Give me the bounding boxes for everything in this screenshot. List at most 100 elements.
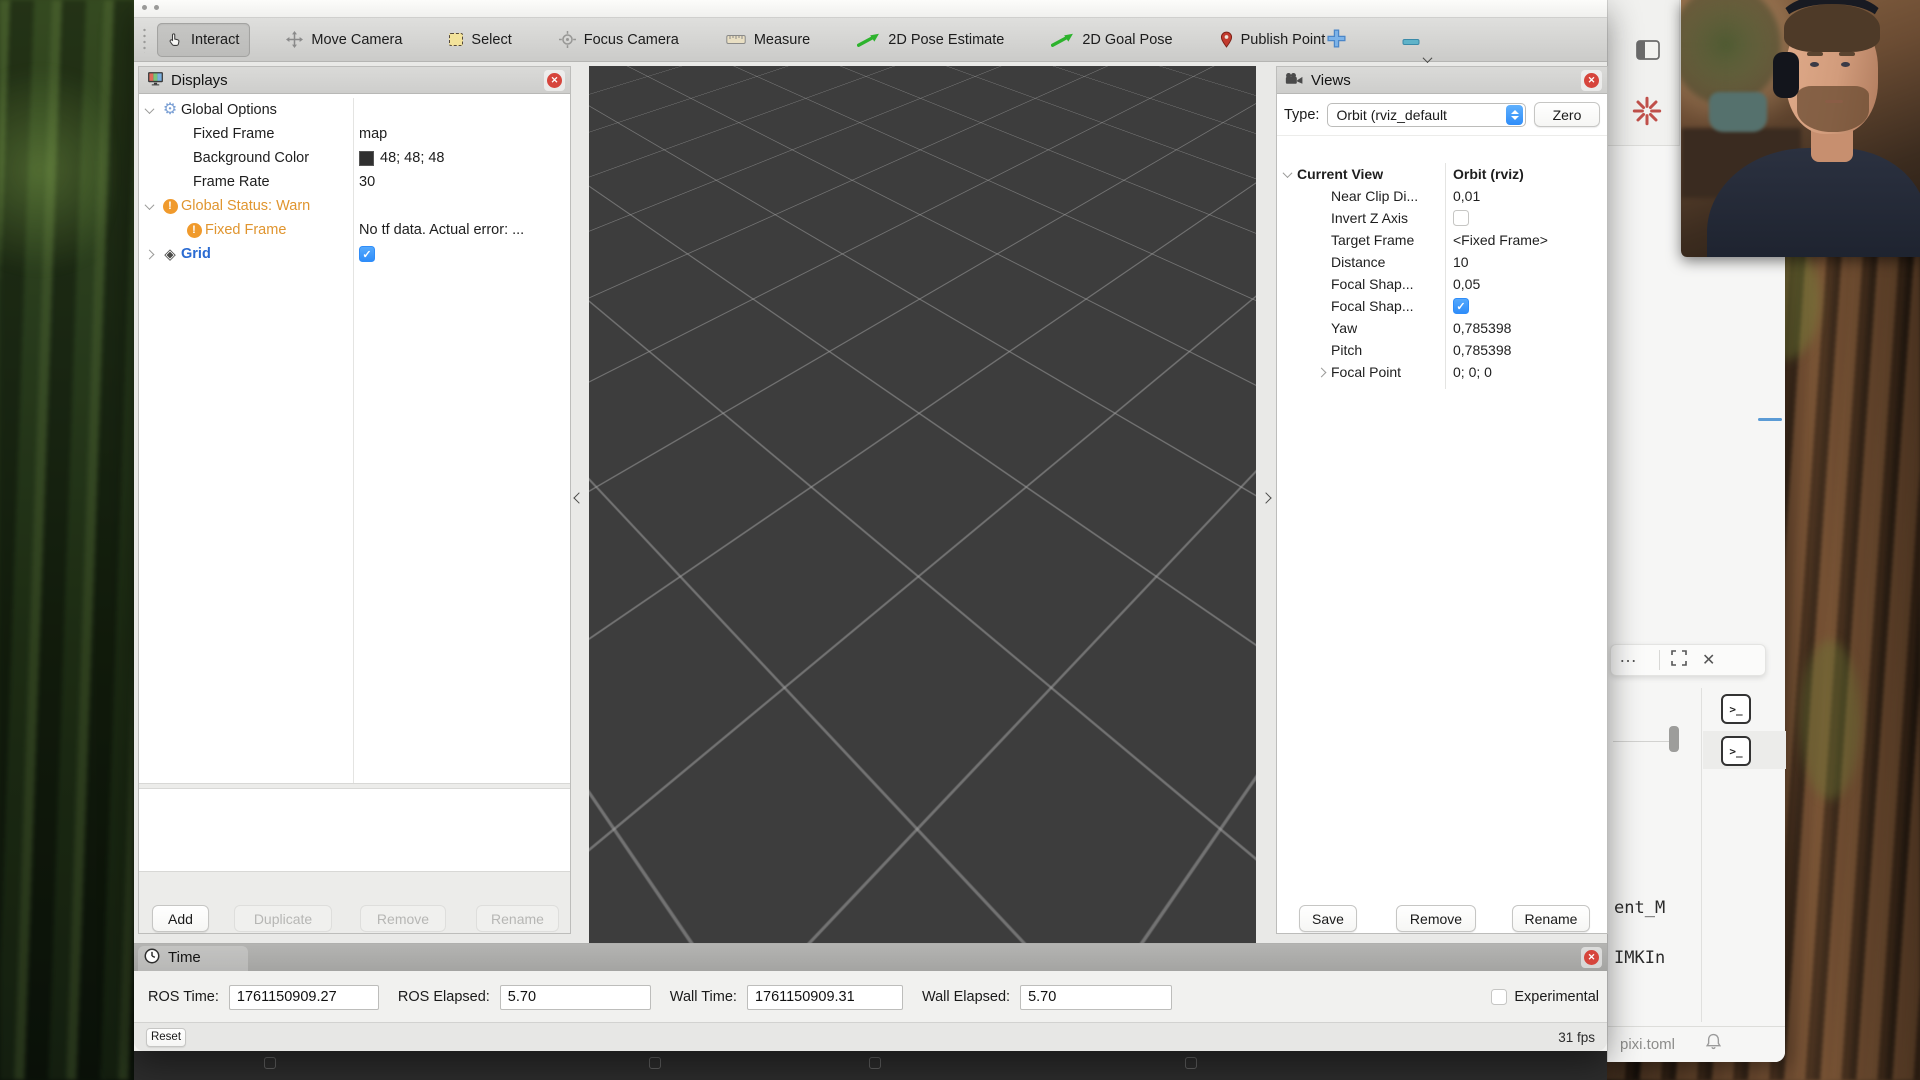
- chevron-down-icon[interactable]: [139, 107, 159, 114]
- panel-close-button[interactable]: ✕: [1581, 70, 1602, 91]
- combobox-value: Orbit (rviz_default: [1336, 107, 1506, 123]
- view-type-combobox[interactable]: Orbit (rviz_default: [1327, 103, 1526, 127]
- row-label: Current View: [1297, 166, 1383, 182]
- zero-button[interactable]: Zero: [1534, 102, 1600, 127]
- row-checkbox[interactable]: ✓: [1453, 298, 1469, 314]
- terminal-icon[interactable]: >_: [1721, 694, 1751, 724]
- tool-move-camera[interactable]: Move Camera: [275, 23, 413, 57]
- tree-row[interactable]: Yaw0,785398: [1277, 317, 1607, 339]
- time-field-text: 1761150909.31: [755, 989, 855, 1005]
- column-separator[interactable]: [353, 98, 354, 786]
- time-panel-titlebar[interactable]: Time ✕: [134, 944, 1607, 971]
- tool-focus-camera[interactable]: Focus Camera: [548, 23, 690, 57]
- remove-button[interactable]: Remove: [1396, 905, 1476, 932]
- tree-row[interactable]: !Global Status: Warn: [139, 194, 570, 218]
- close-icon[interactable]: ✕: [1702, 650, 1715, 670]
- maximize-icon[interactable]: [1670, 649, 1688, 672]
- chevron-down-icon[interactable]: [139, 203, 159, 210]
- row-label: Focal Point: [1331, 364, 1401, 380]
- time-panel: Time ✕ ROS Time:1761150909.27ROS Elapsed…: [134, 943, 1607, 1051]
- chevron-right-icon[interactable]: [1311, 369, 1331, 376]
- time-field-text: 5.70: [1028, 989, 1056, 1005]
- tool-measure[interactable]: Measure: [715, 23, 821, 57]
- row-value-text: 0,785398: [1453, 342, 1511, 358]
- tool-2d-pose-estimate[interactable]: 2D Pose Estimate: [846, 23, 1015, 57]
- column-separator[interactable]: [1445, 163, 1446, 389]
- row-checkbox[interactable]: ✓: [359, 246, 375, 262]
- remove-button[interactable]: Remove: [360, 905, 446, 932]
- render-viewport-3d[interactable]: [589, 66, 1256, 943]
- row-label: Fixed Frame: [193, 126, 274, 142]
- chevron-right-icon[interactable]: [139, 251, 159, 258]
- tree-row[interactable]: Fixed Framemap: [139, 122, 570, 146]
- chevron-down-icon[interactable]: [1277, 171, 1297, 178]
- remove-tool-minus-icon[interactable]: [1402, 34, 1421, 52]
- tool-select[interactable]: Select: [438, 23, 522, 57]
- tree-row[interactable]: Focal Point 0; 0; 0: [1277, 361, 1607, 383]
- save-button[interactable]: Save: [1299, 905, 1357, 932]
- row-value: 30: [359, 174, 375, 190]
- tree-row[interactable]: Focal Shap...0,05: [1277, 273, 1607, 295]
- desktop: … ✕ >_ >_ ent_M IMKIn pixi.toml: [0, 0, 1920, 1080]
- rename-button[interactable]: Rename: [476, 905, 559, 932]
- views-panel-titlebar[interactable]: Views ✕: [1277, 67, 1607, 94]
- time-field-text: 5.70: [508, 989, 536, 1005]
- row-label: Pitch: [1331, 342, 1362, 358]
- collapse-left-panel-chevron[interactable]: [571, 488, 587, 508]
- warning-icon: !: [187, 223, 202, 238]
- eye: [1841, 62, 1850, 67]
- publish-point-pin-icon: [1220, 31, 1233, 48]
- divider: [1659, 650, 1660, 670]
- more-options-icon[interactable]: …: [1611, 646, 1649, 675]
- tree-row[interactable]: Target Frame<Fixed Frame>: [1277, 229, 1607, 251]
- color-swatch[interactable]: [359, 151, 374, 166]
- duplicate-button[interactable]: Duplicate: [234, 905, 332, 932]
- tree-row[interactable]: Current ViewOrbit (rviz): [1277, 163, 1607, 185]
- tree-row[interactable]: Background Color48; 48; 48: [139, 146, 570, 170]
- tree-row[interactable]: Distance10: [1277, 251, 1607, 273]
- tool-publish-point[interactable]: Publish Point: [1209, 23, 1337, 57]
- reset-button[interactable]: Reset: [146, 1028, 186, 1047]
- time-field-value[interactable]: 5.70: [1020, 985, 1172, 1010]
- terminal-icon[interactable]: >_: [1721, 736, 1751, 766]
- experimental-checkbox[interactable]: [1491, 989, 1507, 1005]
- tree-row[interactable]: Near Clip Di...0,01: [1277, 185, 1607, 207]
- add-button[interactable]: Add: [152, 905, 209, 932]
- gear-icon: ⚙: [163, 102, 177, 118]
- interact-hand-icon: [168, 32, 183, 48]
- tree-row[interactable]: ⚙Global Options: [139, 98, 570, 122]
- sidebar-layout-icon[interactable]: [1636, 40, 1660, 65]
- row-value: [1453, 210, 1469, 226]
- tool-interact[interactable]: Interact: [157, 23, 250, 57]
- tree-row[interactable]: Frame Rate30: [139, 170, 570, 194]
- panel-close-button[interactable]: ✕: [1581, 947, 1602, 968]
- row-value: 0; 0; 0: [1453, 364, 1492, 380]
- tool-2d-goal-pose[interactable]: 2D Goal Pose: [1040, 23, 1183, 57]
- row-value-text: 0; 0; 0: [1453, 364, 1492, 380]
- row-value: No tf data. Actual error: ...: [359, 222, 524, 238]
- experimental-label: Experimental: [1514, 989, 1599, 1005]
- panel-close-button[interactable]: ✕: [544, 70, 565, 91]
- tree-row[interactable]: Focal Shap...✓: [1277, 295, 1607, 317]
- tree-row[interactable]: Pitch 0,785398: [1277, 339, 1607, 361]
- panel-splitter[interactable]: [139, 783, 570, 789]
- taskbar-glyph: [1185, 1057, 1197, 1069]
- tree-row[interactable]: ◈Grid✓: [139, 242, 570, 266]
- row-checkbox[interactable]: [1453, 210, 1469, 226]
- displays-panel-titlebar[interactable]: Displays ✕: [139, 67, 570, 94]
- time-field-value[interactable]: 1761150909.31: [747, 985, 903, 1010]
- wallpaper-forest-left: [0, 0, 134, 1080]
- red-asterisk-icon[interactable]: [1632, 96, 1662, 131]
- statusbar-filename: pixi.toml: [1620, 1036, 1675, 1053]
- toolbar-drag-handle[interactable]: [142, 27, 147, 53]
- add-tool-plus-icon[interactable]: [1326, 28, 1347, 54]
- time-field-value[interactable]: 1761150909.27: [229, 985, 379, 1010]
- scrollbar-thumb[interactable]: [1669, 726, 1679, 752]
- collapse-right-panel-chevron[interactable]: [1258, 488, 1274, 508]
- tree-row[interactable]: Invert Z Axis: [1277, 207, 1607, 229]
- bell-icon[interactable]: [1705, 1033, 1722, 1056]
- tree-row[interactable]: !Fixed FrameNo tf data. Actual error: ..…: [139, 218, 570, 242]
- rename-button[interactable]: Rename: [1512, 905, 1590, 932]
- time-field-value[interactable]: 5.70: [500, 985, 651, 1010]
- time-field-label: ROS Elapsed:: [398, 989, 490, 1005]
